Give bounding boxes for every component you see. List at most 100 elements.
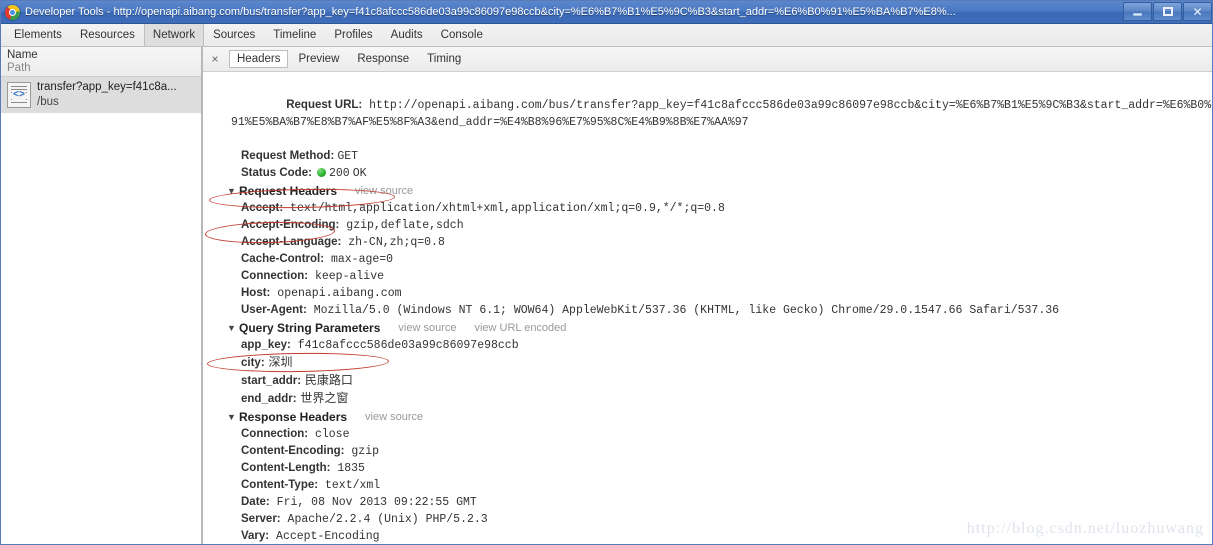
header-name: Server: (241, 513, 281, 525)
header-value: gzip,deflate,sdch (339, 219, 464, 232)
header-row: end_addr: 世界之窗 (217, 390, 1212, 408)
header-value: openapi.aibang.com (270, 287, 402, 300)
header-name: Accept-Language: (241, 236, 342, 248)
header-value: 深圳 (264, 355, 293, 369)
detail-tab-headers[interactable]: Headers (229, 50, 289, 68)
triangle-down-icon: ▼ (227, 186, 236, 196)
request-headers-section-header[interactable]: ▼ Request Headers view source (217, 182, 1212, 200)
detail-tabbar: × Headers Preview Response Timing (203, 47, 1212, 72)
header-value: max-age=0 (324, 253, 394, 266)
header-row: Accept-Language: zh-CN,zh;q=0.8 (217, 234, 1212, 251)
header-name: Vary: (241, 530, 270, 542)
header-value: text/xml (318, 479, 381, 492)
query-string-parameters-section-header[interactable]: ▼ Query String Parameters view source vi… (217, 319, 1212, 337)
minimize-icon (1133, 13, 1142, 16)
header-name: Connection: (241, 428, 309, 440)
header-value: Fri, 08 Nov 2013 09:22:55 GMT (269, 496, 477, 509)
request-detail-panel: × Headers Preview Response Timing Request U… (203, 47, 1212, 544)
header-value: gzip (344, 445, 379, 458)
header-value: Mozilla/5.0 (Windows NT 6.1; WOW64) Appl… (306, 304, 1060, 317)
header-name: Content-Type: (241, 479, 319, 491)
status-code-value: 200 (328, 167, 350, 180)
resource-name: transfer?app_key=f41c8a... (37, 81, 177, 93)
header-name: User-Agent: (241, 304, 307, 316)
response-headers-section-header[interactable]: ▼ Response Headers view source (217, 408, 1212, 426)
request-method-row: Request Method: GET (217, 148, 1212, 165)
header-value: 1835 (330, 462, 365, 475)
detail-tab-response[interactable]: Response (349, 50, 417, 68)
request-method-label: Request Method: (241, 150, 335, 162)
close-button[interactable]: ✕ (1183, 2, 1212, 21)
detail-tabs: Headers Preview Response Timing (229, 50, 471, 68)
column-header-path: Path (7, 62, 31, 74)
maximize-button[interactable] (1153, 2, 1182, 21)
header-row: app_key: f41c8afccc586de03a99c86097e98cc… (217, 337, 1212, 354)
headers-content: Request URL: http://openapi.aibang.com/b… (203, 72, 1212, 544)
tab-console[interactable]: Console (432, 24, 492, 46)
request-url-value: http://openapi.aibang.com/bus/transfer?a… (231, 99, 1212, 129)
header-name: app_key: (241, 339, 291, 351)
request-headers-items: Accept: text/html,application/xhtml+xml,… (217, 200, 1212, 319)
header-value: 民康路口 (301, 373, 353, 387)
chrome-logo-icon (5, 4, 20, 20)
header-row: Content-Length: 1835 (217, 460, 1212, 477)
qsp-view-url-encoded-link[interactable]: view URL encoded (474, 319, 566, 337)
header-name: Cache-Control: (241, 253, 325, 265)
query-string-parameters-title: Query String Parameters (239, 321, 381, 335)
document-code-icon: <> (7, 82, 31, 108)
resource-path: /bus (37, 96, 59, 108)
header-name: Host: (241, 287, 271, 299)
maximize-icon (1162, 7, 1173, 16)
status-ok-icon (316, 168, 326, 177)
header-row: Accept: text/html,application/xhtml+xml,… (217, 200, 1212, 217)
header-name: end_addr: (241, 393, 297, 405)
request-method-value: GET (337, 150, 359, 163)
close-detail-icon[interactable]: × (207, 52, 223, 66)
window-controls: ✕ (1123, 2, 1212, 21)
header-row: Content-Encoding: gzip (217, 443, 1212, 460)
title-bar: Developer Tools - http://openapi.aibang.… (1, 1, 1212, 24)
qsp-view-source-link[interactable]: view source (398, 319, 456, 337)
resource-list-header: Name Path (1, 47, 201, 77)
watermark: http://blog.csdn.net/luozhuwang (966, 520, 1204, 537)
tab-resources[interactable]: Resources (71, 24, 144, 46)
header-value: 世界之窗 (296, 391, 349, 405)
header-row: Date: Fri, 08 Nov 2013 09:22:55 GMT (217, 494, 1212, 511)
header-value: Accept-Encoding (269, 530, 380, 543)
header-name: Date: (241, 496, 270, 508)
query-string-parameter-items: app_key: f41c8afccc586de03a99c86097e98cc… (217, 337, 1212, 408)
tab-timeline[interactable]: Timeline (264, 24, 325, 46)
request-headers-view-source-link[interactable]: view source (355, 182, 413, 200)
list-item[interactable]: <> transfer?app_key=f41c8a... /bus (1, 77, 201, 113)
detail-tab-timing[interactable]: Timing (419, 50, 469, 68)
network-resource-list: Name Path <> transfer?app_key=f41c8a... /b… (1, 47, 202, 544)
triangle-down-icon: ▼ (227, 323, 236, 333)
response-headers-title: Response Headers (239, 410, 348, 424)
header-name: start_addr: (241, 375, 302, 387)
detail-tab-preview[interactable]: Preview (290, 50, 347, 68)
header-row: User-Agent: Mozilla/5.0 (Windows NT 6.1;… (217, 302, 1212, 319)
header-row: Accept-Encoding: gzip,deflate,sdch (217, 217, 1212, 234)
tab-elements[interactable]: Elements (5, 24, 71, 46)
close-icon: ✕ (1192, 4, 1203, 19)
header-row: Host: openapi.aibang.com (217, 285, 1212, 302)
header-row: city: 深圳 (217, 354, 1212, 372)
header-value: Apache/2.2.4 (Unix) PHP/5.2.3 (280, 513, 488, 526)
header-name: Connection: (241, 270, 309, 282)
tab-sources[interactable]: Sources (204, 24, 264, 46)
header-value: keep-alive (308, 270, 384, 283)
header-name: Content-Encoding: (241, 445, 345, 457)
window-title: Developer Tools - http://openapi.aibang.… (25, 6, 956, 18)
tab-audits[interactable]: Audits (382, 24, 432, 46)
tab-profiles[interactable]: Profiles (325, 24, 381, 46)
column-header-name: Name (7, 49, 38, 61)
response-headers-view-source-link[interactable]: view source (365, 408, 423, 426)
header-row: Connection: close (217, 426, 1212, 443)
minimize-button[interactable] (1123, 2, 1152, 21)
header-row: Content-Type: text/xml (217, 477, 1212, 494)
header-row: Connection: keep-alive (217, 268, 1212, 285)
status-code-text: OK (352, 167, 367, 180)
status-code-label: Status Code: (241, 167, 312, 179)
request-url-label: Request URL: (286, 99, 363, 111)
tab-network[interactable]: Network (143, 24, 205, 46)
